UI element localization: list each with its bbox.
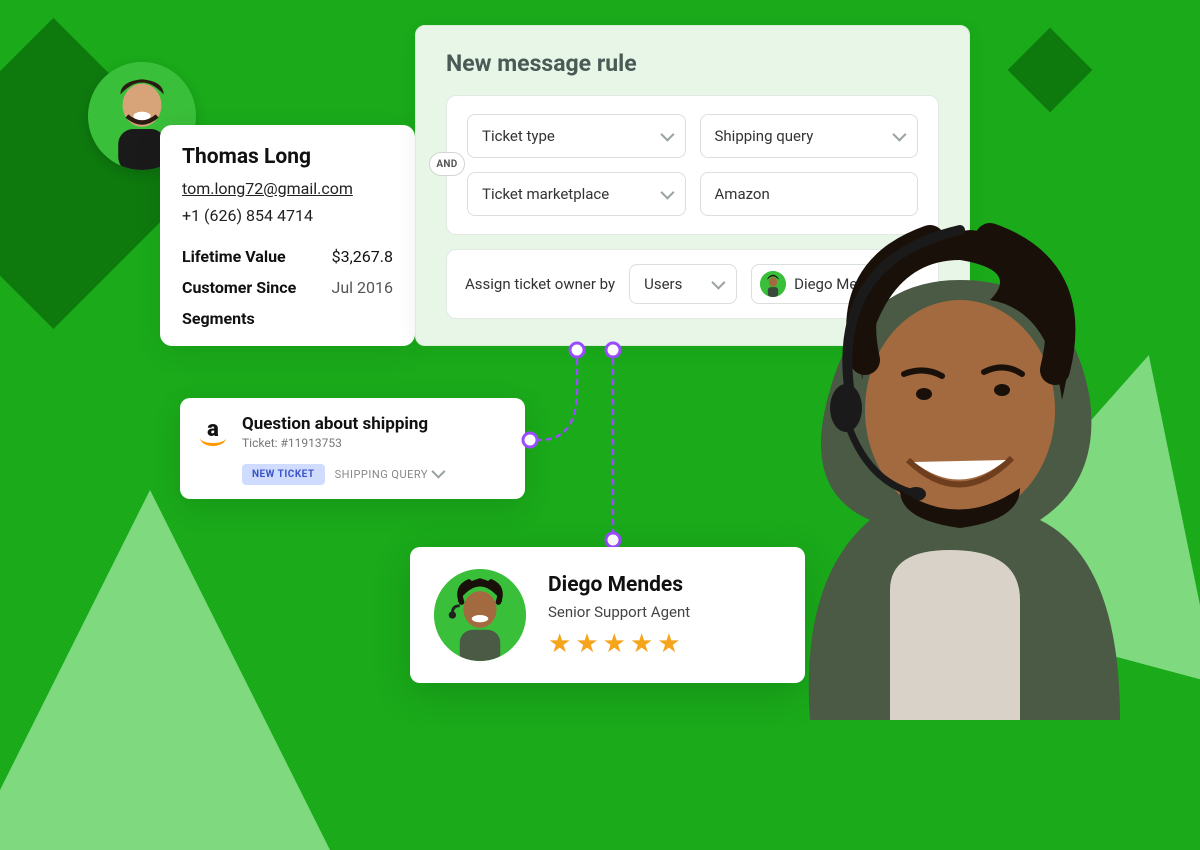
segments-label: Segments bbox=[182, 309, 393, 328]
condition-field-label: Ticket type bbox=[482, 127, 555, 145]
ticket-title: Question about shipping bbox=[242, 414, 428, 434]
new-ticket-badge: NEW TICKET bbox=[242, 464, 325, 485]
agent-rating: ★ ★ ★ ★ ★ bbox=[548, 631, 690, 657]
amazon-icon: a bbox=[198, 414, 228, 444]
since-label: Customer Since bbox=[182, 278, 296, 297]
customer-name: Thomas Long bbox=[182, 145, 393, 169]
bg-shape bbox=[1008, 28, 1093, 113]
condition-field-select[interactable]: Ticket marketplace bbox=[467, 172, 686, 216]
and-badge: AND bbox=[429, 152, 465, 176]
assign-by-value: Users bbox=[644, 275, 682, 293]
assign-label: Assign ticket owner by bbox=[465, 275, 615, 293]
ticket-card[interactable]: a Question about shipping Ticket: #11913… bbox=[180, 398, 525, 499]
chevron-down-icon bbox=[661, 127, 671, 145]
since-value: Jul 2016 bbox=[332, 278, 393, 297]
chevron-down-icon bbox=[432, 468, 442, 481]
ticket-type-tag[interactable]: SHIPPING QUERY bbox=[335, 468, 442, 481]
agent-name: Diego Mendes bbox=[548, 573, 690, 597]
ltv-value: $3,267.8 bbox=[332, 247, 393, 266]
hero-photo bbox=[690, 160, 1190, 720]
star-icon: ★ bbox=[657, 631, 680, 657]
ltv-label: Lifetime Value bbox=[182, 247, 286, 266]
condition-field-select[interactable]: Ticket type bbox=[467, 114, 686, 158]
agent-avatar bbox=[434, 569, 526, 661]
customer-phone: +1 (626) 854 4714 bbox=[182, 206, 393, 225]
star-icon: ★ bbox=[575, 631, 598, 657]
ticket-type-label: SHIPPING QUERY bbox=[335, 468, 428, 481]
agent-role: Senior Support Agent bbox=[548, 603, 690, 621]
condition-value-label: Shipping query bbox=[715, 127, 814, 145]
star-icon: ★ bbox=[603, 631, 626, 657]
condition-value-select[interactable]: Shipping query bbox=[700, 114, 919, 158]
customer-card: Thomas Long tom.long72@gmail.com +1 (626… bbox=[160, 125, 415, 346]
customer-email[interactable]: tom.long72@gmail.com bbox=[182, 179, 393, 198]
star-icon: ★ bbox=[630, 631, 653, 657]
chevron-down-icon bbox=[661, 185, 671, 203]
ticket-subtitle: Ticket: #11913753 bbox=[242, 436, 428, 450]
star-icon: ★ bbox=[548, 631, 571, 657]
condition-field-label: Ticket marketplace bbox=[482, 185, 609, 203]
chevron-down-icon bbox=[893, 127, 903, 145]
rule-title: New message rule bbox=[446, 50, 939, 77]
bg-shape bbox=[0, 490, 330, 850]
